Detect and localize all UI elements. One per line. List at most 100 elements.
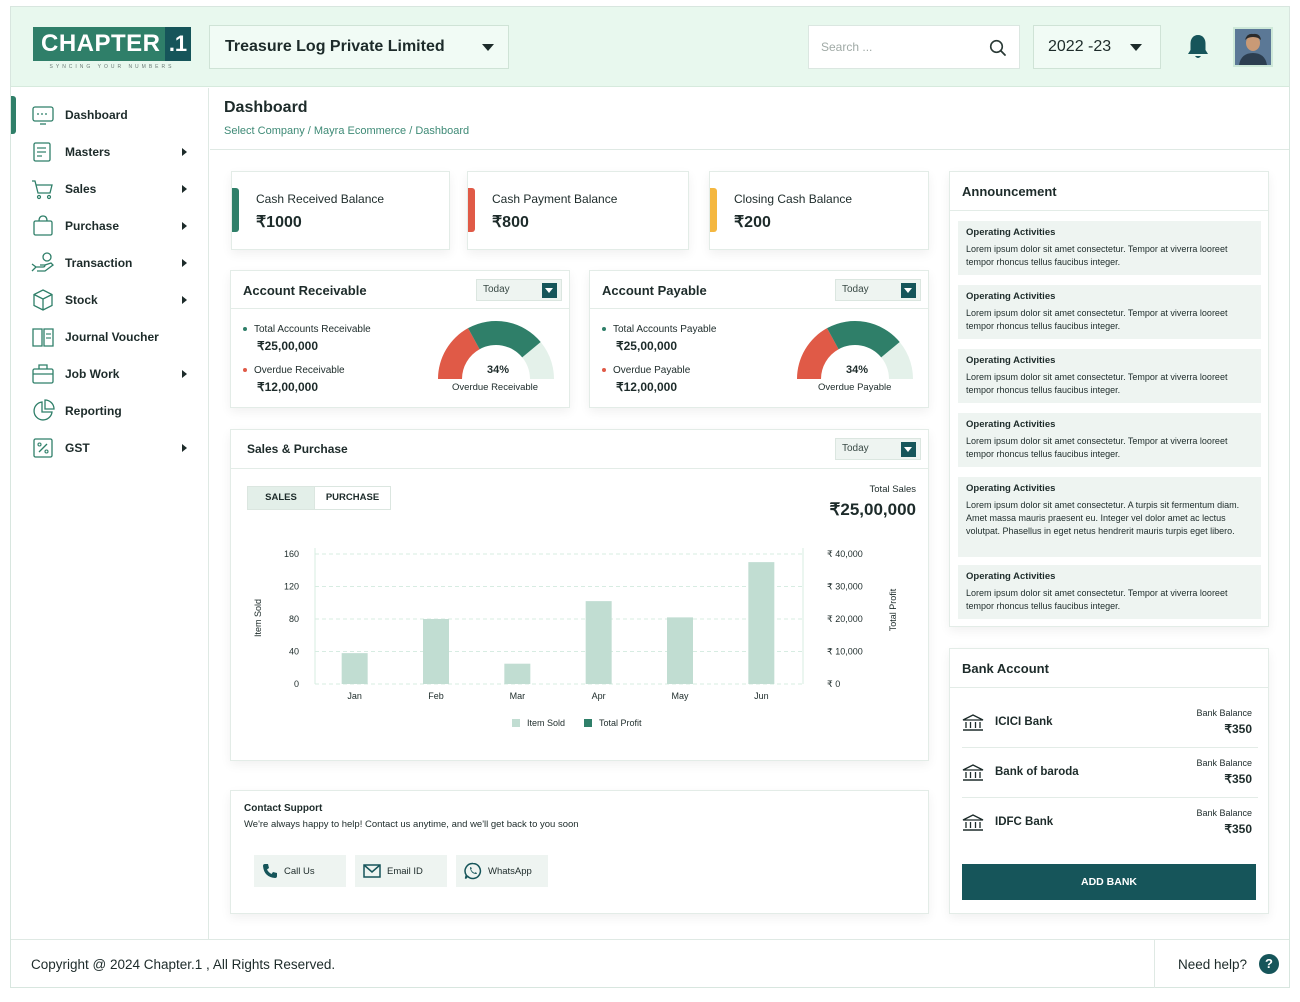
card-title: Sales & Purchase — [247, 442, 348, 456]
y2-tick-label: ₹ 0 — [827, 679, 840, 689]
closing-cash-card: Closing Cash Balance ₹200 — [709, 171, 929, 250]
sidebar-item-dashboard[interactable]: Dashboard — [11, 97, 208, 133]
card-title: Account Receivable — [243, 283, 367, 298]
need-help[interactable]: Need help? ? — [1154, 940, 1289, 988]
sidebar-item-masters[interactable]: Masters — [11, 134, 208, 170]
period-value: Today — [842, 443, 869, 454]
chevron-down-icon — [901, 283, 916, 298]
chevron-down-icon — [482, 44, 494, 51]
bank-row[interactable]: Bank of baroda Bank Balance ₹350 — [962, 748, 1258, 798]
bank-balance-value: ₹350 — [1224, 822, 1252, 836]
legend-swatch — [512, 719, 520, 727]
chevron-right-icon — [182, 444, 187, 452]
sidebar-item-journal-voucher[interactable]: Journal Voucher — [11, 319, 208, 355]
bank-row[interactable]: IDFC Bank Bank Balance ₹350 — [962, 798, 1258, 848]
announcement-item[interactable]: Operating Activities Lorem ipsum dolor s… — [958, 349, 1261, 403]
phone-icon — [263, 864, 277, 878]
whatsapp-button[interactable]: WhatsApp — [456, 855, 548, 887]
card-value: ₹800 — [492, 214, 529, 231]
chevron-right-icon — [182, 370, 187, 378]
sales-chart: 0 ₹ 0 40 ₹ 10,000 80 ₹ 20,000 120 ₹ 30,000 160 ₹ … — [253, 548, 898, 728]
period-value: Today — [483, 284, 510, 295]
chevron-right-icon — [182, 296, 187, 304]
footer: Copyright @ 2024 Chapter.1 , All Rights … — [11, 939, 1289, 988]
sidebar-item-label: Reporting — [65, 404, 122, 418]
copyright-text: Copyright @ 2024 Chapter.1 , All Rights … — [31, 957, 336, 972]
period-dropdown[interactable]: Today — [835, 279, 921, 301]
sidebar-item-label: Purchase — [65, 219, 120, 233]
dashboard-icon — [32, 106, 54, 125]
help-icon[interactable]: ? — [1259, 954, 1279, 974]
call-us-button[interactable]: Call Us — [254, 855, 346, 887]
sidebar-item-sales[interactable]: Sales — [11, 171, 208, 207]
logo-word: CHAPTER — [41, 30, 161, 57]
breadcrumb[interactable]: Select Company / Mayra Ecommerce / Dashb… — [224, 125, 469, 137]
year-select[interactable]: 2022 -23 — [1033, 25, 1161, 69]
card-header: Account Payable Today — [590, 271, 928, 309]
whatsapp-label: WhatsApp — [488, 865, 532, 877]
logo-box: CHAPTER .1 — [33, 27, 191, 61]
y2-tick-label: ₹ 30,000 — [827, 582, 863, 592]
add-bank-button[interactable]: ADD BANK — [962, 864, 1256, 900]
whatsapp-icon — [464, 862, 482, 880]
chevron-right-icon — [182, 259, 187, 267]
bar — [504, 663, 531, 684]
bank-icon — [962, 814, 984, 831]
chevron-right-icon — [182, 222, 187, 230]
gauge-label: Overdue Receivable — [452, 382, 539, 393]
search-input[interactable] — [809, 26, 979, 68]
announcement-item[interactable]: Operating Activities Lorem ipsum dolor s… — [958, 285, 1261, 339]
top-header: CHAPTER .1 SYNCING YOUR NUMBERS Treasure… — [11, 7, 1289, 87]
gauge-label: Overdue Payable — [818, 382, 892, 393]
tab-purchase[interactable]: PURCHASE — [314, 487, 390, 509]
sidebar-item-label: Dashboard — [65, 108, 128, 122]
announcement-item[interactable]: Operating Activities Lorem ipsum dolor s… — [958, 413, 1261, 467]
y-tick-label: 40 — [289, 647, 299, 657]
overdue-receivable-value: ₹12,00,000 — [257, 380, 319, 394]
sidebar-item-label: Masters — [65, 145, 111, 159]
announcement-item[interactable]: Operating Activities Lorem ipsum dolor s… — [958, 477, 1261, 557]
announcement-item[interactable]: Operating Activities Lorem ipsum dolor s… — [958, 221, 1261, 275]
announcement-body: Lorem ipsum dolor sit amet consectetur. … — [966, 372, 1228, 395]
overdue-payable-value: ₹12,00,000 — [616, 380, 678, 394]
chevron-down-icon — [542, 283, 557, 298]
announcement-item[interactable]: Operating Activities Lorem ipsum dolor s… — [958, 565, 1261, 619]
bell-icon[interactable] — [1185, 33, 1211, 61]
book-icon — [32, 328, 54, 347]
company-select[interactable]: Treasure Log Private Limited — [209, 25, 509, 69]
gauge-percent: 34% — [846, 364, 869, 376]
bank-row[interactable]: ICICI Bank Bank Balance ₹350 — [962, 698, 1258, 748]
sidebar-item-transaction[interactable]: Transaction — [11, 245, 208, 281]
avatar[interactable] — [1233, 27, 1273, 67]
app-frame: CHAPTER .1 SYNCING YOUR NUMBERS Treasure… — [10, 6, 1290, 988]
need-help-label: Need help? — [1178, 957, 1248, 972]
chevron-down-icon — [1130, 44, 1142, 51]
bar — [748, 562, 775, 684]
y-tick-label: 0 — [294, 679, 299, 689]
sidebar-item-job-work[interactable]: Job Work — [11, 356, 208, 392]
period-dropdown[interactable]: Today — [476, 279, 562, 301]
label-text: Total Accounts Receivable — [254, 324, 371, 335]
announcement-title: Operating Activities — [966, 483, 1056, 494]
x-tick-label: Mar — [510, 691, 526, 701]
sidebar-item-gst[interactable]: GST — [11, 430, 208, 466]
sidebar-item-reporting[interactable]: Reporting — [11, 393, 208, 429]
bank-name: Bank of baroda — [995, 766, 1079, 778]
period-dropdown[interactable]: Today — [835, 438, 921, 460]
logo[interactable]: CHAPTER .1 SYNCING YOUR NUMBERS — [33, 27, 191, 71]
sidebar-item-purchase[interactable]: Purchase — [11, 208, 208, 244]
year-value: 2022 -23 — [1048, 38, 1112, 55]
card-title: Cash Payment Balance — [492, 192, 618, 206]
bar — [423, 619, 449, 684]
company-name: Treasure Log Private Limited — [225, 38, 445, 55]
chevron-right-icon — [182, 148, 187, 156]
account-receivable-card: Account Receivable Today Total Accounts … — [230, 270, 570, 408]
search-icon[interactable] — [989, 39, 1007, 57]
email-button[interactable]: Email ID — [355, 855, 447, 887]
tab-sales[interactable]: SALES — [248, 487, 314, 509]
sidebar-item-stock[interactable]: Stock — [11, 282, 208, 318]
legend-label: Item Sold — [527, 718, 565, 728]
bank-balance-label: Bank Balance — [1196, 708, 1252, 718]
cash-payment-card: Cash Payment Balance ₹800 — [467, 171, 689, 250]
sidebar-item-label: Journal Voucher — [65, 330, 159, 344]
